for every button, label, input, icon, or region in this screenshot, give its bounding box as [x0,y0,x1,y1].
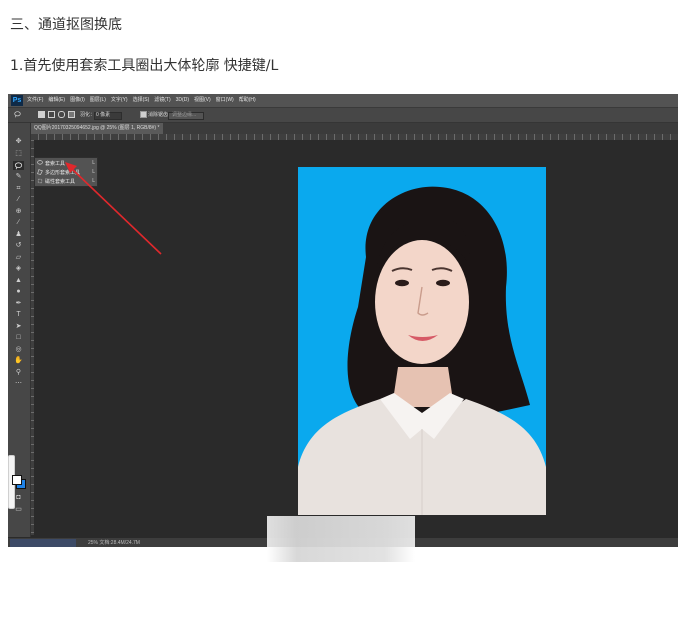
status-text: 25% 文档:28.4M/24.7M [88,540,140,546]
step-heading: 1.首先使用套索工具圈出大体轮廓 快捷键/L [10,58,279,74]
watermark-blur [267,516,415,562]
id-photo-canvas[interactable] [298,167,546,515]
portrait-image [298,167,546,515]
section-heading: 三、通道抠图换底 [10,17,122,33]
status-icons-strip [10,539,76,547]
foreground-color-swatch[interactable] [12,475,22,485]
photoshop-screenshot: Ps 文件(F) 编辑(E) 图像(I) 图层(L) 文字(Y) 选择(S) 滤镜(T) 3D… [8,94,678,547]
